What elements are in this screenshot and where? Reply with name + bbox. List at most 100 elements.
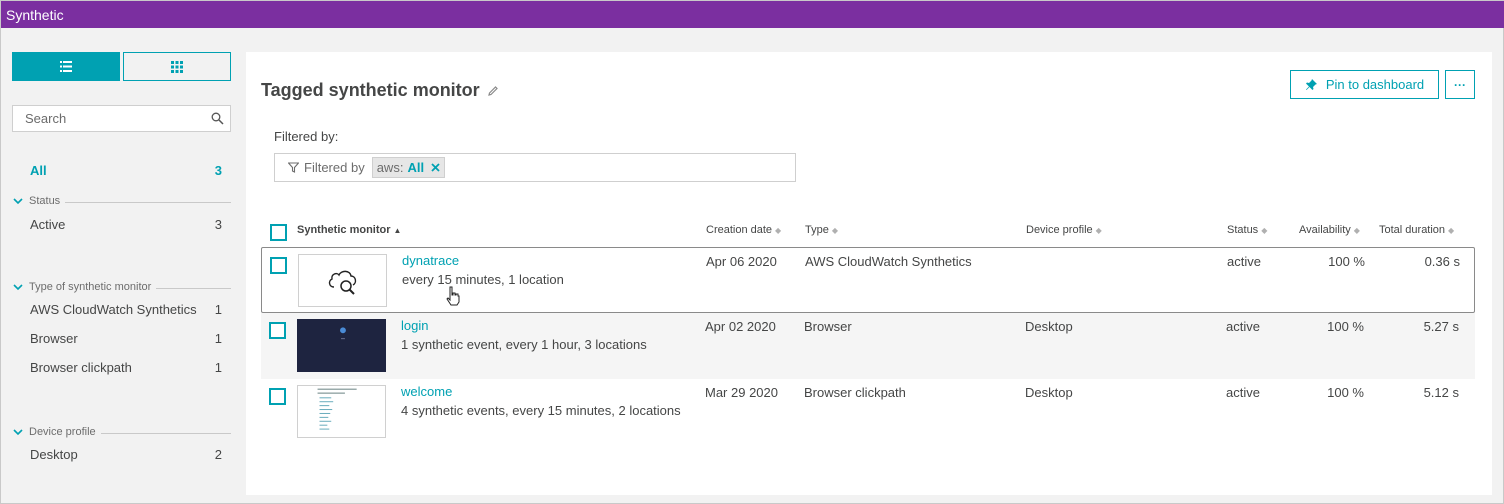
column-synthetic-monitor[interactable]: Synthetic monitor ▲ <box>297 224 401 236</box>
filter-item-desktop[interactable]: Desktop 2 <box>12 447 231 462</box>
pin-to-dashboard-button[interactable]: Pin to dashboard <box>1290 70 1439 99</box>
device-profile: Desktop <box>1025 385 1073 400</box>
group-type[interactable]: Type of synthetic monitor <box>12 281 231 293</box>
filter-item-browser-clickpath[interactable]: Browser clickpath 1 <box>12 360 231 375</box>
filter-chip-key: aws: <box>376 160 404 175</box>
row-checkbox[interactable] <box>269 322 286 339</box>
chevron-down-icon <box>13 429 23 436</box>
filter-all[interactable]: All 3 <box>12 163 231 178</box>
filter-item-active[interactable]: Active 3 <box>12 217 231 232</box>
chevron-down-icon <box>13 284 23 291</box>
filter-item-label: Desktop <box>30 447 78 462</box>
monitor-description: 4 synthetic events, every 15 minutes, 2 … <box>401 403 681 418</box>
availability: 100 % <box>1327 385 1364 400</box>
sort-ascending-icon: ▲ <box>393 225 402 235</box>
column-label: Total duration <box>1379 224 1446 236</box>
column-total-duration[interactable]: Total duration ◆ <box>1379 224 1454 236</box>
more-options-icon: ··· <box>1454 77 1466 92</box>
creation-date: Apr 06 2020 <box>706 254 777 269</box>
search-icon[interactable] <box>211 112 224 125</box>
column-label: Device profile <box>1026 224 1093 236</box>
row-checkbox[interactable] <box>270 257 287 274</box>
column-label: Synthetic monitor <box>297 224 391 236</box>
total-duration: 5.27 s <box>1423 319 1459 334</box>
table-row[interactable]: welcome 4 synthetic events, every 15 min… <box>261 379 1475 445</box>
more-options-button[interactable]: ··· <box>1445 70 1475 99</box>
screenshot-thumbnail-icon <box>340 327 346 340</box>
monitor-type: AWS CloudWatch Synthetics <box>805 254 972 269</box>
filter-chip-value: All <box>407 160 425 175</box>
filter-item-label: Browser <box>30 331 78 346</box>
filter-icon <box>288 162 299 173</box>
filter-all-label: All <box>30 163 47 178</box>
pin-icon <box>1305 79 1317 90</box>
sort-icon: ◆ <box>775 225 782 235</box>
column-label: Status <box>1227 224 1259 236</box>
filter-all-count: 3 <box>214 163 222 178</box>
monitor-name-link[interactable]: dynatrace <box>402 253 459 268</box>
filter-item-count: 1 <box>214 302 222 317</box>
column-label: Availability <box>1299 224 1351 236</box>
availability: 100 % <box>1328 254 1365 269</box>
filter-item-aws[interactable]: AWS CloudWatch Synthetics 1 <box>12 302 231 317</box>
filter-item-label: Browser clickpath <box>30 360 132 375</box>
column-availability[interactable]: Availability ◆ <box>1299 224 1360 236</box>
filter-item-count: 2 <box>214 447 222 462</box>
app-title: Synthetic <box>6 7 64 23</box>
filter-item-count: 3 <box>214 217 222 232</box>
status: active <box>1226 385 1260 400</box>
screenshot-thumbnail-icon <box>317 388 357 430</box>
filter-chip[interactable]: aws: All <box>371 157 446 178</box>
monitor-thumbnail[interactable] <box>297 385 386 438</box>
group-status[interactable]: Status <box>12 195 231 207</box>
search-box <box>12 105 231 132</box>
group-type-title: Type of synthetic monitor <box>29 281 152 293</box>
monitor-type: Browser <box>804 319 852 334</box>
column-creation-date[interactable]: Creation date ◆ <box>706 224 781 236</box>
status: active <box>1226 319 1260 334</box>
close-icon[interactable] <box>431 163 440 172</box>
filter-item-browser[interactable]: Browser 1 <box>12 331 231 346</box>
edit-pencil-icon[interactable] <box>487 85 499 97</box>
search-input[interactable] <box>25 111 211 126</box>
table-row[interactable]: login 1 synthetic event, every 1 hour, 3… <box>261 313 1475 379</box>
status: active <box>1227 254 1261 269</box>
creation-date: Apr 02 2020 <box>705 319 776 334</box>
select-all-checkbox[interactable] <box>270 224 287 241</box>
cloud-search-icon <box>328 270 356 295</box>
total-duration: 5.12 s <box>1423 385 1459 400</box>
group-status-title: Status <box>29 195 61 207</box>
tile-view-button[interactable] <box>123 52 231 81</box>
monitor-description: every 15 minutes, 1 location <box>402 272 564 287</box>
column-type[interactable]: Type ◆ <box>805 224 838 236</box>
column-status[interactable]: Status ◆ <box>1227 224 1267 236</box>
column-device-profile[interactable]: Device profile ◆ <box>1026 224 1102 236</box>
monitor-thumbnail[interactable] <box>297 319 386 372</box>
filter-item-label: AWS CloudWatch Synthetics <box>30 302 197 317</box>
filter-item-label: Active <box>30 217 66 232</box>
filter-item-count: 1 <box>214 360 222 375</box>
list-view-button[interactable] <box>12 52 120 81</box>
column-label: Type <box>805 224 829 236</box>
monitor-description: 1 synthetic event, every 1 hour, 3 locat… <box>401 337 647 352</box>
pin-to-dashboard-label: Pin to dashboard <box>1325 77 1425 92</box>
sidebar: All 3 Status Active 3 Type of synthetic … <box>12 52 231 462</box>
table-row[interactable]: dynatrace every 15 minutes, 1 location A… <box>261 247 1475 313</box>
monitor-thumbnail[interactable] <box>298 254 387 307</box>
monitor-name-link[interactable]: welcome <box>401 384 452 399</box>
row-checkbox[interactable] <box>269 388 286 405</box>
app-title-bar: Synthetic <box>1 1 1504 28</box>
total-duration: 0.36 s <box>1424 254 1460 269</box>
chevron-down-icon <box>13 198 23 205</box>
monitor-type: Browser clickpath <box>804 385 906 400</box>
filter-bar[interactable]: Filtered by aws: All <box>274 153 796 182</box>
sort-icon: ◆ <box>1095 225 1102 235</box>
filtered-by-label: Filtered by: <box>274 129 339 144</box>
page-title: Tagged synthetic monitor <box>261 80 499 101</box>
view-toggle <box>12 52 231 81</box>
sort-icon: ◆ <box>1353 225 1360 235</box>
main-panel: Tagged synthetic monitor Pin to dashboar… <box>246 52 1492 495</box>
group-device[interactable]: Device profile <box>12 426 231 438</box>
device-profile: Desktop <box>1025 319 1073 334</box>
monitor-name-link[interactable]: login <box>401 318 428 333</box>
